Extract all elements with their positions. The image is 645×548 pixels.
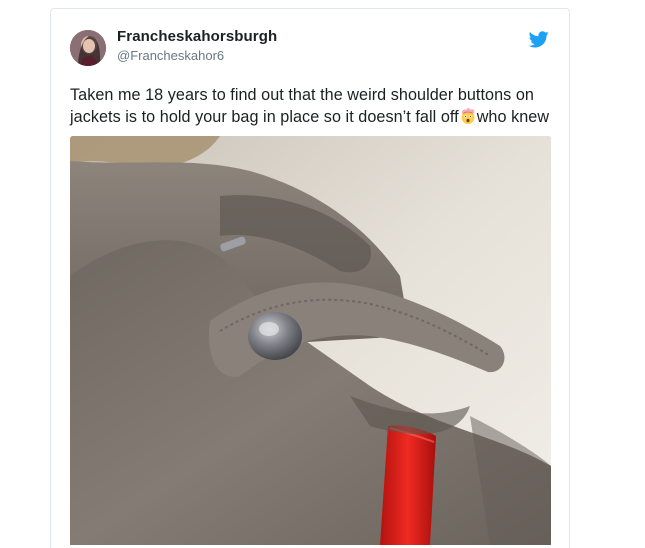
- avatar-image: [70, 30, 106, 66]
- author-display-name[interactable]: Francheskahorsburgh: [117, 28, 277, 45]
- embedded-tweet-card[interactable]: Francheskahorsburgh @Francheskahor6 Take…: [50, 8, 570, 548]
- twitter-bird-icon[interactable]: [528, 31, 549, 48]
- tweet-text-end: who knew: [476, 108, 550, 126]
- tweet-photo[interactable]: [70, 136, 551, 545]
- author-handle[interactable]: @Francheskahor6: [117, 48, 224, 63]
- tweet-text: Taken me 18 years to find out that the w…: [70, 84, 555, 128]
- exploding-head-emoji-icon: [461, 108, 475, 124]
- jacket-shoulder-photo: [70, 136, 551, 545]
- user-avatar[interactable]: [70, 30, 106, 66]
